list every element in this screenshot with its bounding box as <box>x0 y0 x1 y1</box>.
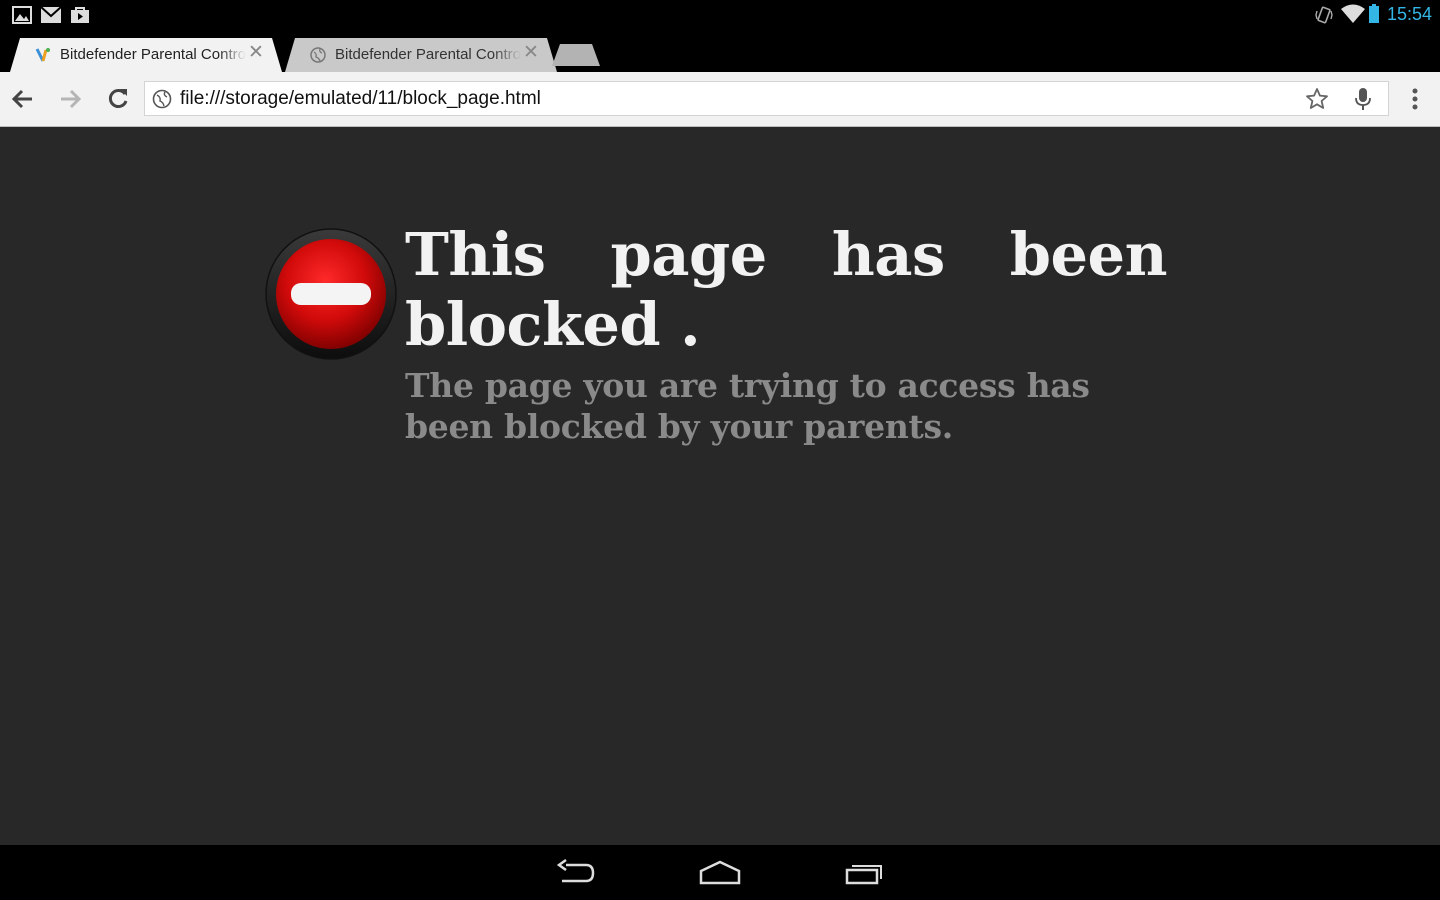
tab-bitdefender-inactive[interactable]: Bitdefender Parental Control ✕ <box>285 38 557 72</box>
address-bar[interactable]: file:///storage/emulated/11/block_page.h… <box>144 81 1389 116</box>
bookmark-star-icon[interactable] <box>1305 87 1329 116</box>
tab-title: Bitdefender Parental Control <box>60 46 246 63</box>
gmail-icon <box>40 6 62 29</box>
close-tab-icon[interactable]: ✕ <box>523 42 539 64</box>
reload-button[interactable] <box>105 86 131 112</box>
clock: 15:54 <box>1386 4 1432 24</box>
menu-icon[interactable] <box>1402 86 1428 112</box>
status-bar: 15:54 <box>0 0 1440 30</box>
microphone-icon[interactable] <box>1353 87 1373 116</box>
tab-title: Bitdefender Parental Control <box>335 46 521 63</box>
play-store-icon <box>70 6 90 29</box>
page-title: This page has been blocked . <box>405 220 1168 359</box>
wifi-icon <box>1341 4 1365 29</box>
vibrate-icon <box>1315 5 1333 30</box>
bitdefender-icon <box>35 47 51 63</box>
navigation-bar <box>0 845 1440 900</box>
globe-icon <box>310 47 326 63</box>
back-nav-icon[interactable] <box>556 858 596 892</box>
recents-nav-icon[interactable] <box>845 859 885 892</box>
url-text[interactable]: file:///storage/emulated/11/block_page.h… <box>180 88 541 110</box>
forward-button[interactable] <box>57 86 83 112</box>
block-sign-icon <box>265 228 397 365</box>
back-button[interactable] <box>10 86 36 112</box>
tab-strip: Bitdefender Parental Control ✕ Bitdefend… <box>0 30 1440 72</box>
home-nav-icon[interactable] <box>699 859 741 892</box>
tab-bitdefender-active[interactable]: Bitdefender Parental Control ✕ <box>10 38 282 72</box>
gallery-icon <box>12 6 32 29</box>
close-tab-icon[interactable]: ✕ <box>248 42 264 64</box>
block-message: The page you are trying to access has be… <box>405 366 1090 446</box>
battery-icon <box>1368 4 1380 29</box>
globe-icon <box>152 89 172 114</box>
new-tab-button[interactable] <box>552 44 602 71</box>
